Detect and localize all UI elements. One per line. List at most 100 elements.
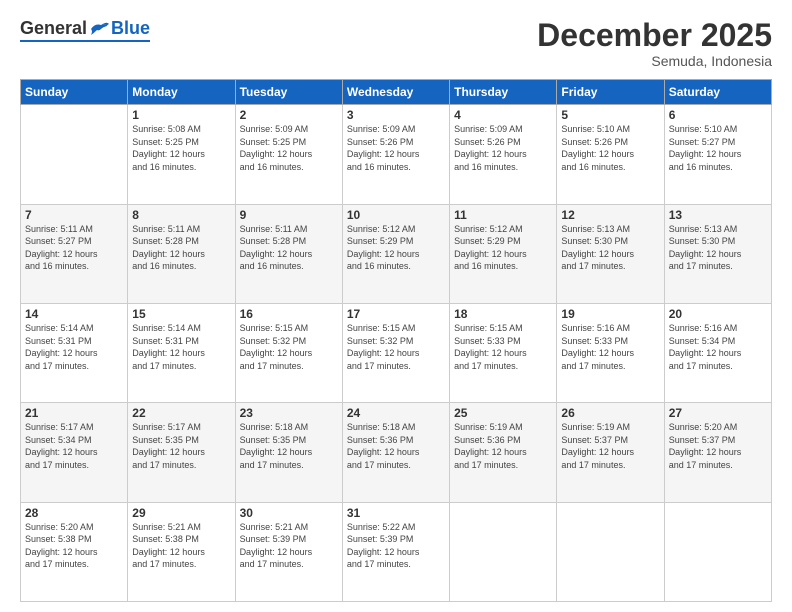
day-number: 5: [561, 108, 659, 122]
day-info: Sunrise: 5:14 AM Sunset: 5:31 PM Dayligh…: [25, 322, 123, 372]
day-number: 15: [132, 307, 230, 321]
day-number: 26: [561, 406, 659, 420]
calendar-cell: 7Sunrise: 5:11 AM Sunset: 5:27 PM Daylig…: [21, 204, 128, 303]
day-number: 30: [240, 506, 338, 520]
day-info: Sunrise: 5:15 AM Sunset: 5:33 PM Dayligh…: [454, 322, 552, 372]
week-row-3: 14Sunrise: 5:14 AM Sunset: 5:31 PM Dayli…: [21, 303, 772, 402]
calendar-cell: 28Sunrise: 5:20 AM Sunset: 5:38 PM Dayli…: [21, 502, 128, 601]
day-number: 8: [132, 208, 230, 222]
header: General Blue December 2025 Semuda, Indon…: [20, 18, 772, 69]
day-number: 23: [240, 406, 338, 420]
logo: General Blue: [20, 18, 150, 42]
day-number: 17: [347, 307, 445, 321]
col-saturday: Saturday: [664, 80, 771, 105]
col-monday: Monday: [128, 80, 235, 105]
col-wednesday: Wednesday: [342, 80, 449, 105]
day-info: Sunrise: 5:17 AM Sunset: 5:35 PM Dayligh…: [132, 421, 230, 471]
calendar-cell: 30Sunrise: 5:21 AM Sunset: 5:39 PM Dayli…: [235, 502, 342, 601]
day-info: Sunrise: 5:09 AM Sunset: 5:25 PM Dayligh…: [240, 123, 338, 173]
title-section: December 2025 Semuda, Indonesia: [537, 18, 772, 69]
calendar-cell: 12Sunrise: 5:13 AM Sunset: 5:30 PM Dayli…: [557, 204, 664, 303]
day-number: 4: [454, 108, 552, 122]
calendar-cell: 21Sunrise: 5:17 AM Sunset: 5:34 PM Dayli…: [21, 403, 128, 502]
calendar-cell: 19Sunrise: 5:16 AM Sunset: 5:33 PM Dayli…: [557, 303, 664, 402]
day-number: 14: [25, 307, 123, 321]
week-row-4: 21Sunrise: 5:17 AM Sunset: 5:34 PM Dayli…: [21, 403, 772, 502]
day-info: Sunrise: 5:09 AM Sunset: 5:26 PM Dayligh…: [347, 123, 445, 173]
calendar-cell: 3Sunrise: 5:09 AM Sunset: 5:26 PM Daylig…: [342, 105, 449, 204]
day-info: Sunrise: 5:11 AM Sunset: 5:28 PM Dayligh…: [132, 223, 230, 273]
calendar-cell: [664, 502, 771, 601]
col-sunday: Sunday: [21, 80, 128, 105]
day-info: Sunrise: 5:09 AM Sunset: 5:26 PM Dayligh…: [454, 123, 552, 173]
day-info: Sunrise: 5:20 AM Sunset: 5:38 PM Dayligh…: [25, 521, 123, 571]
day-info: Sunrise: 5:18 AM Sunset: 5:36 PM Dayligh…: [347, 421, 445, 471]
day-info: Sunrise: 5:12 AM Sunset: 5:29 PM Dayligh…: [347, 223, 445, 273]
logo-text: General Blue: [20, 18, 150, 39]
day-number: 22: [132, 406, 230, 420]
day-number: 11: [454, 208, 552, 222]
calendar-cell: 25Sunrise: 5:19 AM Sunset: 5:36 PM Dayli…: [450, 403, 557, 502]
day-info: Sunrise: 5:13 AM Sunset: 5:30 PM Dayligh…: [669, 223, 767, 273]
calendar-cell: 2Sunrise: 5:09 AM Sunset: 5:25 PM Daylig…: [235, 105, 342, 204]
calendar-cell: [450, 502, 557, 601]
day-info: Sunrise: 5:15 AM Sunset: 5:32 PM Dayligh…: [347, 322, 445, 372]
day-info: Sunrise: 5:18 AM Sunset: 5:35 PM Dayligh…: [240, 421, 338, 471]
day-number: 9: [240, 208, 338, 222]
calendar-cell: 8Sunrise: 5:11 AM Sunset: 5:28 PM Daylig…: [128, 204, 235, 303]
day-info: Sunrise: 5:11 AM Sunset: 5:28 PM Dayligh…: [240, 223, 338, 273]
calendar-cell: 9Sunrise: 5:11 AM Sunset: 5:28 PM Daylig…: [235, 204, 342, 303]
day-number: 21: [25, 406, 123, 420]
calendar-cell: [21, 105, 128, 204]
calendar-cell: 24Sunrise: 5:18 AM Sunset: 5:36 PM Dayli…: [342, 403, 449, 502]
day-number: 24: [347, 406, 445, 420]
day-info: Sunrise: 5:12 AM Sunset: 5:29 PM Dayligh…: [454, 223, 552, 273]
calendar-cell: 15Sunrise: 5:14 AM Sunset: 5:31 PM Dayli…: [128, 303, 235, 402]
logo-general-text: General: [20, 18, 87, 39]
page: General Blue December 2025 Semuda, Indon…: [0, 0, 792, 612]
calendar-body: 1Sunrise: 5:08 AM Sunset: 5:25 PM Daylig…: [21, 105, 772, 602]
day-info: Sunrise: 5:14 AM Sunset: 5:31 PM Dayligh…: [132, 322, 230, 372]
month-title: December 2025: [537, 18, 772, 53]
col-friday: Friday: [557, 80, 664, 105]
week-row-5: 28Sunrise: 5:20 AM Sunset: 5:38 PM Dayli…: [21, 502, 772, 601]
day-info: Sunrise: 5:08 AM Sunset: 5:25 PM Dayligh…: [132, 123, 230, 173]
day-info: Sunrise: 5:21 AM Sunset: 5:38 PM Dayligh…: [132, 521, 230, 571]
location-subtitle: Semuda, Indonesia: [537, 53, 772, 69]
calendar-cell: 23Sunrise: 5:18 AM Sunset: 5:35 PM Dayli…: [235, 403, 342, 502]
day-info: Sunrise: 5:15 AM Sunset: 5:32 PM Dayligh…: [240, 322, 338, 372]
calendar-header-row: Sunday Monday Tuesday Wednesday Thursday…: [21, 80, 772, 105]
calendar-cell: 17Sunrise: 5:15 AM Sunset: 5:32 PM Dayli…: [342, 303, 449, 402]
day-number: 3: [347, 108, 445, 122]
day-number: 6: [669, 108, 767, 122]
calendar-cell: 22Sunrise: 5:17 AM Sunset: 5:35 PM Dayli…: [128, 403, 235, 502]
calendar-cell: 13Sunrise: 5:13 AM Sunset: 5:30 PM Dayli…: [664, 204, 771, 303]
day-number: 13: [669, 208, 767, 222]
day-number: 16: [240, 307, 338, 321]
calendar-cell: 6Sunrise: 5:10 AM Sunset: 5:27 PM Daylig…: [664, 105, 771, 204]
calendar-cell: 1Sunrise: 5:08 AM Sunset: 5:25 PM Daylig…: [128, 105, 235, 204]
day-info: Sunrise: 5:19 AM Sunset: 5:37 PM Dayligh…: [561, 421, 659, 471]
calendar-cell: 27Sunrise: 5:20 AM Sunset: 5:37 PM Dayli…: [664, 403, 771, 502]
day-number: 12: [561, 208, 659, 222]
day-info: Sunrise: 5:10 AM Sunset: 5:26 PM Dayligh…: [561, 123, 659, 173]
day-number: 2: [240, 108, 338, 122]
calendar-cell: 4Sunrise: 5:09 AM Sunset: 5:26 PM Daylig…: [450, 105, 557, 204]
day-number: 1: [132, 108, 230, 122]
day-info: Sunrise: 5:22 AM Sunset: 5:39 PM Dayligh…: [347, 521, 445, 571]
day-number: 28: [25, 506, 123, 520]
calendar-cell: 26Sunrise: 5:19 AM Sunset: 5:37 PM Dayli…: [557, 403, 664, 502]
day-info: Sunrise: 5:16 AM Sunset: 5:34 PM Dayligh…: [669, 322, 767, 372]
calendar-cell: 16Sunrise: 5:15 AM Sunset: 5:32 PM Dayli…: [235, 303, 342, 402]
day-number: 29: [132, 506, 230, 520]
day-number: 20: [669, 307, 767, 321]
calendar-table: Sunday Monday Tuesday Wednesday Thursday…: [20, 79, 772, 602]
day-number: 27: [669, 406, 767, 420]
logo-blue-text: Blue: [111, 18, 150, 39]
logo-bird-icon: [89, 21, 109, 37]
day-info: Sunrise: 5:17 AM Sunset: 5:34 PM Dayligh…: [25, 421, 123, 471]
calendar-cell: 10Sunrise: 5:12 AM Sunset: 5:29 PM Dayli…: [342, 204, 449, 303]
day-info: Sunrise: 5:21 AM Sunset: 5:39 PM Dayligh…: [240, 521, 338, 571]
day-number: 25: [454, 406, 552, 420]
week-row-2: 7Sunrise: 5:11 AM Sunset: 5:27 PM Daylig…: [21, 204, 772, 303]
